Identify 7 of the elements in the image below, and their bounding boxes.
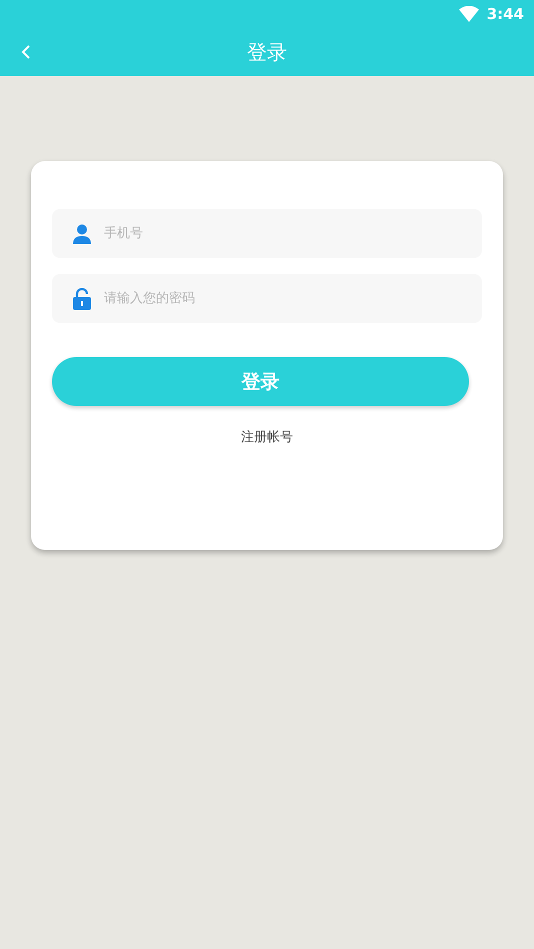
wifi-icon — [458, 6, 479, 22]
password-field[interactable]: 请输入您的密码 — [52, 274, 482, 323]
back-icon — [21, 44, 31, 60]
page-title: 登录 — [247, 38, 287, 66]
register-link[interactable]: 注册帐号 — [241, 428, 293, 446]
phone-field[interactable]: 手机号 — [52, 209, 482, 258]
status-time: 3:44 — [486, 5, 524, 23]
